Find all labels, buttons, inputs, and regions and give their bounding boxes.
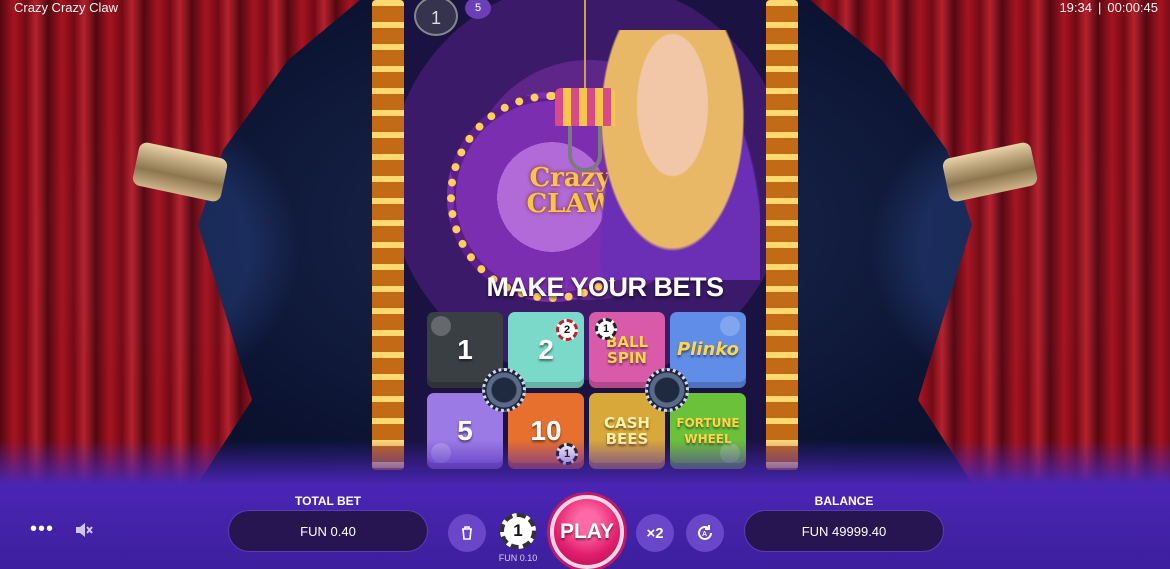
split-bet-spot[interactable] [482, 368, 526, 412]
mute-icon[interactable] [75, 522, 93, 538]
cabinet-lights-right [766, 0, 798, 470]
cabinet-lights-left [372, 0, 404, 470]
balance-label: BALANCE [814, 494, 874, 508]
placed-chip: 2 [556, 319, 578, 341]
clear-bets-button[interactable] [448, 514, 486, 552]
clock-time: 19:34 [1059, 0, 1092, 15]
total-bet-value: FUN 0.40 [228, 510, 428, 552]
claw-rope [584, 0, 586, 88]
trash-icon [462, 526, 472, 540]
game-title: Crazy Crazy Claw [14, 0, 119, 15]
chip-value-caption: FUN 0.10 [498, 553, 538, 563]
placed-chip: 1 [595, 318, 617, 340]
bet-tile-label: 2 [538, 334, 554, 365]
svg-text:A: A [702, 531, 707, 538]
clock-separator: | [1098, 0, 1102, 15]
claw-head [555, 88, 615, 126]
hostess-illustration [585, 30, 760, 280]
total-bet-label: TOTAL BET [295, 494, 361, 508]
bet-tile-label: Plinko [676, 339, 740, 360]
session-clock: 19:34 | 00:00:45 [1059, 0, 1158, 15]
autoplay-button[interactable]: A [686, 514, 724, 552]
menu-dots-icon[interactable]: ••• [30, 519, 54, 539]
bet-tile-label: 1 [457, 334, 473, 365]
split-bet-spot[interactable] [645, 368, 689, 412]
autoplay-icon: A [698, 525, 712, 540]
session-elapsed: 00:00:45 [1107, 0, 1158, 15]
chip-slot [431, 316, 451, 336]
chip-selector[interactable]: 1 [500, 513, 536, 549]
claw-grabber [568, 126, 602, 172]
play-button[interactable]: PLAY [550, 495, 624, 569]
double-bet-button[interactable]: ×2 [636, 514, 674, 552]
balance-value: FUN 49999.40 [744, 510, 944, 552]
chip-slot [720, 316, 740, 336]
make-your-bets-headline: MAKE YOUR BETS [486, 272, 724, 302]
